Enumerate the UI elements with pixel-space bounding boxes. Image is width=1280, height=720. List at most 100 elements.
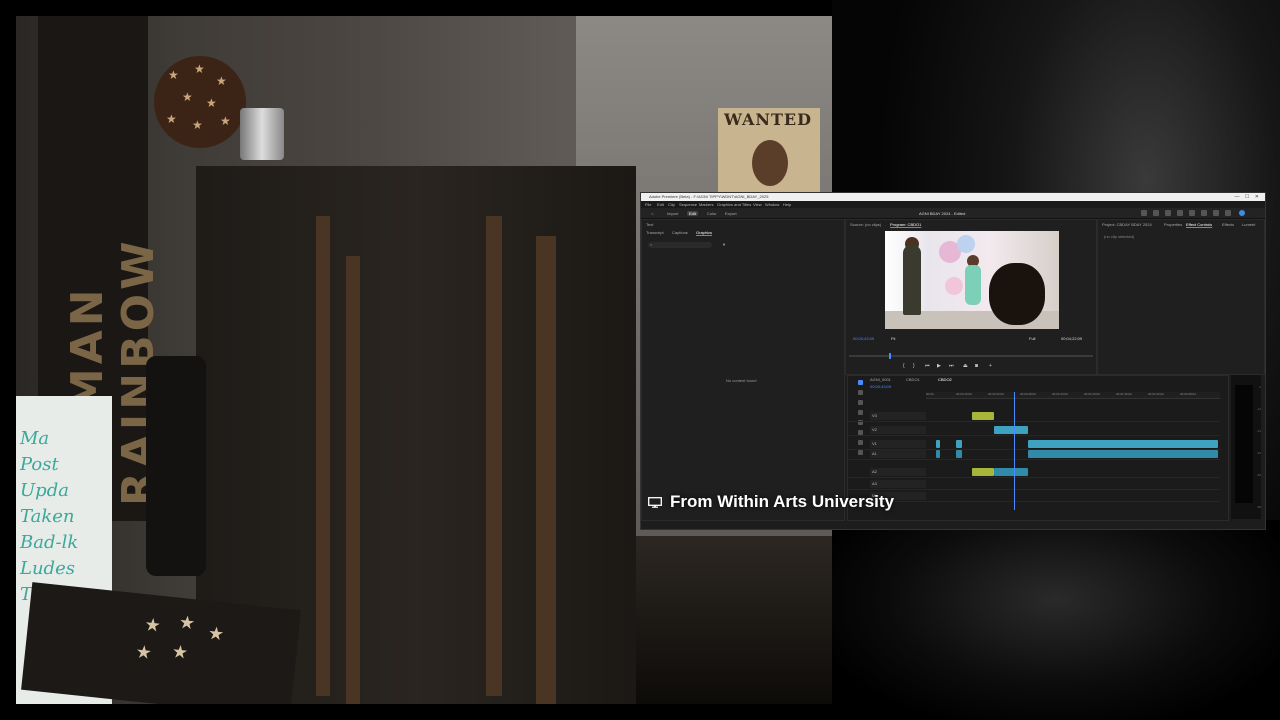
step-back-icon[interactable]: ⏮ [925, 363, 930, 369]
menu-markers[interactable]: Markers [699, 202, 713, 207]
person [903, 245, 921, 315]
coat-stripe [346, 256, 360, 704]
timeline-clip[interactable] [994, 426, 1028, 434]
help-icon[interactable] [1225, 210, 1231, 216]
track-header[interactable]: A2 [870, 468, 926, 476]
tab-edit[interactable]: Edit [687, 211, 698, 216]
tab-effects[interactable]: Effects [1222, 222, 1234, 227]
audio-clip[interactable] [994, 468, 1028, 476]
workspace-bar: ⌂ Import Edit Color Export AGNI BDAY 202… [641, 208, 1265, 219]
audio-clip[interactable] [1028, 450, 1218, 458]
current-timecode[interactable]: 00;00;43;09 [853, 336, 874, 341]
tab-program-monitor[interactable]: Program: CBDO1 [890, 222, 921, 227]
minimize-icon[interactable]: — [1235, 194, 1240, 200]
timeline-clip[interactable] [1028, 440, 1218, 448]
tab-sequence-2[interactable]: CBDO1 [906, 377, 920, 382]
tab-captions[interactable]: Captions [672, 230, 688, 235]
track-header[interactable]: V3 [870, 412, 926, 420]
mark-in-icon[interactable]: { [903, 363, 905, 369]
source-caption: From Within Arts University [648, 490, 894, 514]
filter-icon[interactable]: ▼ [722, 242, 726, 247]
premiere-window: Adobe Premiere (Beta) - F:\AGNI TIPPY\WD… [640, 192, 1266, 530]
track-header[interactable]: A1 [870, 450, 926, 458]
balloon [957, 235, 975, 253]
tab-sequence-3[interactable]: CBDO2 [938, 377, 952, 382]
workspace-icon[interactable] [1141, 210, 1147, 216]
lift-icon[interactable]: ⏏ [963, 363, 968, 369]
tab-properties[interactable]: Properties [1164, 222, 1182, 227]
menu-graphics[interactable]: Graphics and Titles [717, 202, 751, 207]
audio-meters: 0 -12 -24 -36 -48 dB [1231, 375, 1261, 519]
menu-bar: File Edit Clip Sequence Markers Graphics… [641, 201, 1265, 208]
monitor-scrubber[interactable] [849, 355, 1093, 357]
ripple-edit-icon[interactable] [858, 400, 863, 405]
menu-file[interactable]: File [645, 202, 651, 207]
meter-tick: dB [1257, 505, 1261, 509]
fullscreen-icon[interactable] [1201, 210, 1207, 216]
timeline-clip[interactable] [972, 412, 994, 420]
track-header[interactable]: V2 [870, 426, 926, 434]
meter-tick: -48 [1256, 473, 1261, 477]
audio-clip[interactable] [936, 450, 940, 458]
tab-graphics[interactable]: Graphics [696, 230, 712, 235]
add-button[interactable]: + [989, 363, 992, 369]
search-input[interactable] [648, 242, 712, 248]
track-a1: A1 [848, 450, 1220, 460]
timeline-timecode[interactable]: 00;00;43;09 [870, 384, 891, 389]
tab-lumetri[interactable]: Lumetri [1242, 222, 1255, 227]
audio-clip[interactable] [956, 450, 962, 458]
menu-help[interactable]: Help [783, 202, 791, 207]
play-icon[interactable]: ▶ [937, 363, 941, 369]
star-icon: ★ [170, 641, 190, 663]
maximize-icon[interactable]: ☐ [1245, 194, 1249, 200]
menu-clip[interactable]: Clip [668, 202, 675, 207]
home-icon[interactable]: ⌂ [651, 211, 653, 216]
mark-out-icon[interactable]: } [913, 363, 915, 369]
star-icon: ★ [206, 96, 217, 110]
tab-effect-controls[interactable]: Effect Controls [1186, 222, 1212, 227]
track-select-icon[interactable] [858, 390, 863, 395]
track-header[interactable]: V1 [870, 440, 926, 448]
tab-color[interactable]: Color [707, 211, 717, 216]
background-fabric-lower [832, 520, 1280, 720]
tab-project[interactable]: Project: CBDAY BDAY 2024 [1102, 222, 1152, 227]
fit-dropdown[interactable]: Fit [891, 336, 895, 341]
close-icon[interactable]: ✕ [1255, 194, 1259, 200]
menu-view[interactable]: View [753, 202, 762, 207]
time-ruler[interactable]: 00;00 00;00;16;00 00;00;32;00 00;00;48;0… [926, 392, 1220, 399]
share-icon[interactable] [1165, 210, 1171, 216]
tab-text[interactable]: Text [646, 222, 653, 227]
coat-stripe [316, 216, 330, 696]
timeline-playhead[interactable] [1014, 392, 1015, 510]
program-video[interactable] [885, 231, 1059, 329]
timeline-clip[interactable] [956, 440, 962, 448]
effect-controls-empty: (no clip selected) [1104, 234, 1135, 239]
star-icon: ★ [194, 62, 205, 76]
avatar[interactable] [1239, 210, 1245, 216]
shelf [636, 536, 832, 704]
notifications-icon[interactable] [1177, 210, 1183, 216]
tab-export[interactable]: Export [725, 211, 737, 216]
window-controls[interactable]: — ☐ ✕ [1235, 194, 1259, 200]
menu-edit[interactable]: Edit [657, 202, 664, 207]
tab-sequence-1[interactable]: AGNI_0001 [870, 377, 891, 382]
tab-transcript[interactable]: Transcript [646, 230, 664, 235]
ruler-tick: 00;01;36;02 [1116, 392, 1132, 396]
camera-icon[interactable]: ◙ [975, 363, 978, 369]
quick-export-icon[interactable] [1153, 210, 1159, 216]
track-header[interactable]: A3 [870, 480, 926, 488]
menu-sequence[interactable]: Sequence [679, 202, 697, 207]
monitor-playhead[interactable] [889, 353, 891, 359]
menu-window[interactable]: Window [765, 202, 779, 207]
timeline-panel: AGNI_0001 CBDO1 CBDO2 00;00;43;09 00;00 … [847, 375, 1229, 521]
selection-tool-icon[interactable] [858, 380, 863, 385]
quality-dropdown[interactable]: Full [1029, 336, 1035, 341]
tab-source-monitor[interactable]: Source: (no clips) [850, 222, 881, 227]
monitor-icon [648, 496, 662, 508]
timeline-clip[interactable] [936, 440, 940, 448]
audio-clip[interactable] [972, 468, 994, 476]
settings-icon[interactable] [1189, 210, 1195, 216]
extensions-icon[interactable] [1213, 210, 1219, 216]
tab-import[interactable]: Import [667, 211, 678, 216]
step-forward-icon[interactable]: ⏭ [949, 363, 954, 369]
